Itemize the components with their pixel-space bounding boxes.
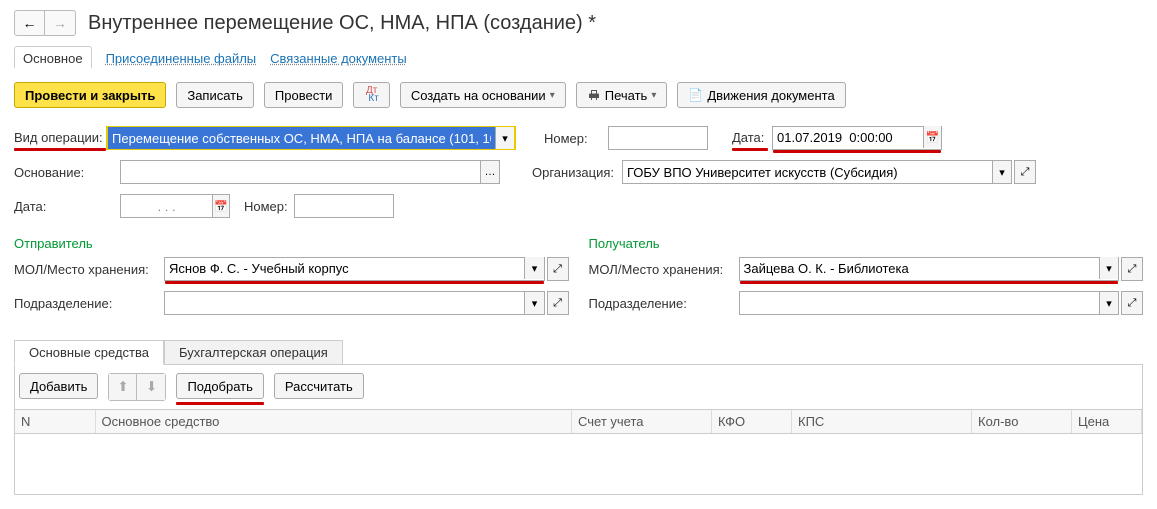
tab-main[interactable]: Основное [14,46,92,68]
print-label: Печать [605,88,648,103]
basis-input[interactable] [121,161,480,183]
pick-button[interactable]: Подобрать [176,373,263,399]
receiver-mol-field[interactable]: ▾ [739,257,1120,281]
sender-mol-field[interactable]: ▾ [164,257,545,281]
receiver-dept-dropdown-button[interactable]: ▾ [1099,292,1118,314]
number-field[interactable] [608,126,708,150]
post-button[interactable]: Провести [264,82,344,108]
op-type-field[interactable]: ▾ [106,126,516,150]
org-label: Организация: [532,165,622,180]
assets-table: N Основное средство Счет учета КФО КПС К… [14,410,1143,495]
sender-mol-input[interactable] [165,257,524,279]
receiver-dept-open-button[interactable]: ⤢ [1121,291,1143,315]
org-open-button[interactable]: ⤢ [1014,160,1036,184]
receiver-dept-field[interactable]: ▾ [739,291,1120,315]
number-input[interactable] [609,127,707,149]
nav-forward-button[interactable]: → [45,11,75,35]
basis-date-label: Дата: [14,199,54,214]
tab-attached-files[interactable]: Присоединенные файлы [106,51,257,68]
sender-title: Отправитель [14,236,569,251]
date-calendar-button[interactable]: 📅 [923,126,941,148]
sender-dept-input[interactable] [165,292,524,314]
post-and-close-button[interactable]: Провести и закрыть [14,82,166,108]
create-based-on-button[interactable]: Создать на основании [400,82,566,108]
col-asset: Основное средство [95,410,572,434]
col-qty: Кол-во [972,410,1072,434]
sender-dept-field[interactable]: ▾ [164,291,545,315]
move-down-button[interactable]: ⬇ [137,374,165,400]
sender-dept-open-button[interactable]: ⤢ [547,291,569,315]
col-n: N [15,410,95,434]
basis-date-calendar-button[interactable]: 📅 [212,195,229,217]
document-movements-label: Движения документа [707,88,834,103]
nav-back-button[interactable]: ← [15,11,45,35]
add-row-button[interactable]: Добавить [19,373,98,399]
basis-date-field[interactable]: 📅 [120,194,230,218]
basis-date-input[interactable] [121,195,212,217]
col-account: Счет учета [572,410,712,434]
print-button[interactable]: Печать [576,82,668,108]
op-type-label: Вид операции: [14,130,106,147]
receiver-dept-label: Подразделение: [589,296,739,311]
basis-number-field[interactable] [294,194,394,218]
nav-back-forward: ← → [14,10,76,36]
printer-icon [587,89,601,101]
receiver-mol-dropdown-button[interactable]: ▾ [1099,257,1118,279]
detail-tab-accounting[interactable]: Бухгалтерская операция [164,340,343,365]
sender-dept-dropdown-button[interactable]: ▾ [524,292,543,314]
calculate-button[interactable]: Рассчитать [274,373,364,399]
sender-mol-dropdown-button[interactable]: ▾ [524,257,543,279]
move-up-button[interactable]: ⬆ [109,374,137,400]
dr-cr-button[interactable]: ДтКт [353,82,389,108]
basis-number-input[interactable] [295,195,393,217]
sender-dept-label: Подразделение: [14,296,164,311]
receiver-title: Получатель [589,236,1144,251]
receiver-dept-input[interactable] [740,292,1099,314]
op-type-input[interactable] [108,127,495,149]
org-input[interactable] [623,161,992,183]
org-field[interactable]: ▾ [622,160,1012,184]
receiver-mol-label: МОЛ/Место хранения: [589,262,739,277]
sender-mol-open-button[interactable]: ⤢ [547,257,569,281]
table-row[interactable] [15,434,1142,494]
receiver-mol-open-button[interactable]: ⤢ [1121,257,1143,281]
sender-mol-label: МОЛ/Место хранения: [14,262,164,277]
col-price: Цена [1072,410,1142,434]
basis-label: Основание: [14,165,106,180]
receiver-mol-input[interactable] [740,257,1099,279]
number-label: Номер: [544,131,594,146]
org-dropdown-button[interactable]: ▾ [992,161,1011,183]
op-type-dropdown-button[interactable]: ▾ [495,127,514,149]
document-movements-button[interactable]: 📄 Движения документа [677,82,845,108]
page-title: Внутреннее перемещение ОС, НМА, НПА (соз… [88,12,596,35]
dr-cr-icon: ДтКт [364,87,378,103]
save-button[interactable]: Записать [176,82,254,108]
document-move-icon: 📄 [688,88,703,102]
basis-field[interactable]: … [120,160,500,184]
date-field[interactable]: 📅 [772,126,942,150]
date-label: Дата: [732,130,768,147]
tab-linked-documents[interactable]: Связанные документы [270,51,407,68]
col-kps: КПС [792,410,972,434]
date-input[interactable] [773,126,923,148]
col-kfo: КФО [712,410,792,434]
basis-select-button[interactable]: … [480,161,499,183]
detail-tab-assets[interactable]: Основные средства [14,340,164,365]
basis-number-label: Номер: [244,199,294,214]
